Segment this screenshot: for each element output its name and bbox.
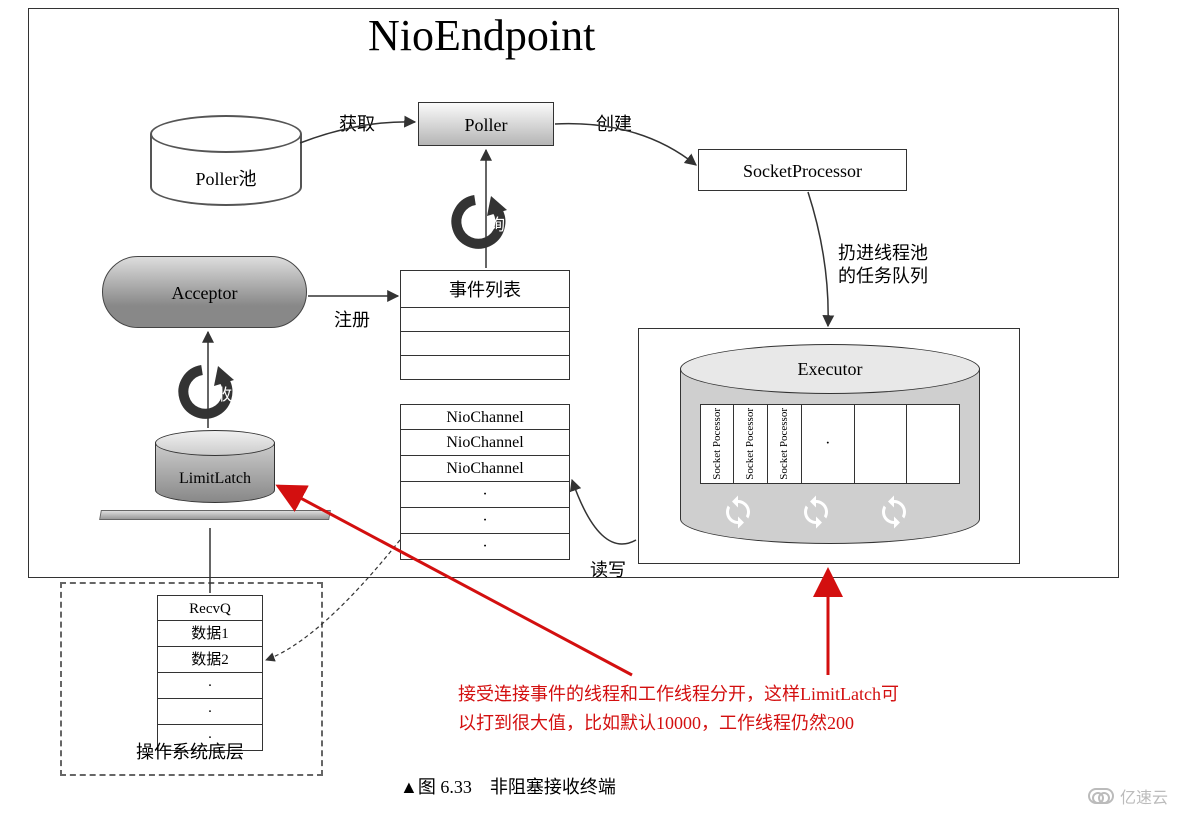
executor-slot: Socket Pocessor	[700, 404, 734, 484]
polling-text: 轮询	[473, 216, 505, 234]
recycle-icon	[798, 494, 834, 530]
label-read-write: 读写	[590, 556, 626, 582]
watermark-text: 亿速云	[1120, 784, 1168, 808]
niochannel-cell: NioChannel	[400, 430, 570, 456]
executor-slot-blank: ·	[802, 404, 855, 484]
recycle-icons-row	[720, 494, 912, 530]
annotation-line1: 接受连接事件的线程和工作线程分开，这样LimitLatch可	[458, 680, 988, 709]
niochannel-cell: NioChannel	[400, 404, 570, 430]
event-list-stack: 事件列表	[400, 270, 570, 380]
event-list-cell	[400, 308, 570, 332]
poller-pool-label: Poller池	[150, 165, 302, 191]
executor-slot: Socket Pocessor	[768, 404, 802, 484]
event-list-header: 事件列表	[400, 270, 570, 308]
limitlatch-cylinder: LimitLatch	[155, 430, 275, 510]
poller-box: Poller	[418, 102, 554, 146]
recvq-cell: ·	[157, 699, 263, 725]
accept-text: 接收	[200, 386, 232, 404]
niochannel-cell: ·	[400, 482, 570, 508]
niochannel-cell: NioChannel	[400, 456, 570, 482]
executor-cylinder: Executor Socket PocessorSocket PocessorS…	[680, 344, 980, 550]
recvq-cell: 数据2	[157, 647, 263, 673]
polling-icon: 轮询	[445, 190, 525, 260]
label-acquire: 获取	[339, 110, 375, 136]
label-register: 注册	[334, 306, 370, 332]
socket-processor-box: SocketProcessor	[698, 149, 907, 191]
event-list-cell	[400, 356, 570, 380]
annotation-text: 接受连接事件的线程和工作线程分开，这样LimitLatch可 以打到很大值，比如…	[458, 680, 988, 738]
recycle-icon	[720, 494, 756, 530]
executor-label: Executor	[680, 359, 980, 380]
recycle-icon	[876, 494, 912, 530]
recvq-cell: ·	[157, 673, 263, 699]
accept-icon: 接收	[172, 360, 252, 430]
executor-slot: Socket Pocessor	[734, 404, 768, 484]
executor-slot-blank	[907, 404, 960, 484]
niochannel-cell: ·	[400, 534, 570, 560]
label-create: 创建	[596, 110, 632, 136]
annotation-line2: 以打到很大值，比如默认10000，工作线程仍然200	[458, 709, 988, 738]
executor-slot-blank	[855, 404, 908, 484]
diagram-canvas: NioEndpoint Poller池 Poller SocketProcess…	[0, 0, 1180, 814]
recvq-cell: 数据1	[157, 621, 263, 647]
niochannel-cell: ·	[400, 508, 570, 534]
figure-caption: ▲图 6.33 非阻塞接收终端	[400, 773, 616, 799]
limitlatch-base	[100, 502, 330, 528]
diagram-title: NioEndpoint	[368, 10, 595, 61]
limitlatch-label: LimitLatch	[155, 470, 275, 488]
watermark: 亿速云	[1088, 784, 1168, 808]
poller-pool-cylinder: Poller池	[150, 115, 302, 210]
executor-slots: Socket PocessorSocket PocessorSocket Poc…	[700, 404, 960, 484]
watermark-logo-icon	[1088, 788, 1114, 804]
os-layer-label: 操作系统底层	[136, 738, 244, 764]
acceptor-pill: Acceptor	[102, 256, 307, 328]
event-list-cell	[400, 332, 570, 356]
recvq-cell: RecvQ	[157, 595, 263, 621]
niochannel-stack: NioChannelNioChannelNioChannel···	[400, 404, 570, 560]
recvq-stack: RecvQ数据1数据2···	[157, 595, 263, 751]
label-throw-to-pool: 扔进线程池 的任务队列	[838, 242, 928, 289]
